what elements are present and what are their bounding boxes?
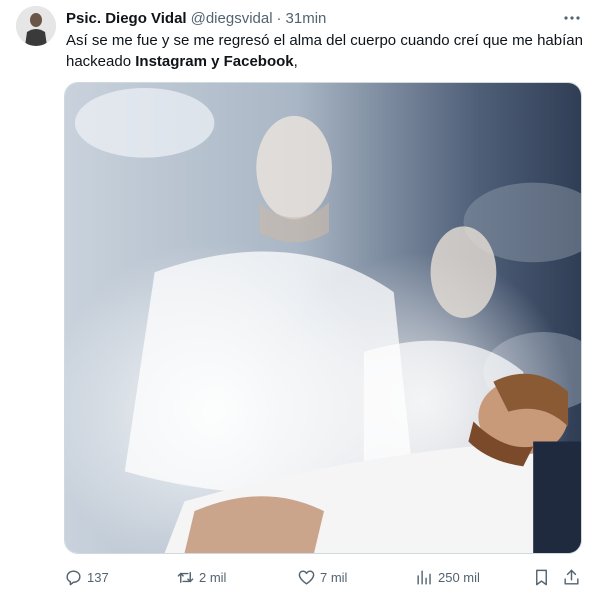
share-button[interactable]: [562, 565, 581, 589]
tweet[interactable]: Psic. Diego Vidal @diegsvidal · 31min As…: [0, 0, 615, 607]
reply-count: 137: [87, 569, 109, 585]
views-button[interactable]: 250 mil: [415, 565, 480, 589]
more-horizontal-icon: [564, 16, 580, 20]
separator-dot: ·: [276, 9, 282, 27]
tweet-text-bold: Instagram y Facebook: [135, 53, 294, 70]
views-count: 250 mil: [438, 569, 480, 585]
reply-button[interactable]: 137: [64, 565, 109, 589]
bookmark-icon: [536, 569, 547, 585]
retweet-button[interactable]: 2 mil: [176, 565, 226, 589]
retweet-count: 2 mil: [199, 569, 227, 585]
heart-icon: [298, 569, 315, 585]
views-chart-icon: [417, 569, 431, 585]
bookmark-button[interactable]: [532, 565, 551, 589]
user-handle[interactable]: @diegsvidal: [191, 10, 273, 27]
tweet-header: Psic. Diego Vidal @diegsvidal · 31min: [66, 9, 326, 27]
like-count: 7 mil: [320, 569, 348, 585]
tweet-actions: 137 2 mil 7 mil 250 mil: [64, 565, 584, 589]
tweet-text-part2: ,: [293, 53, 298, 70]
more-options-button[interactable]: [562, 8, 582, 28]
avatar[interactable]: [16, 6, 56, 46]
timestamp[interactable]: 31min: [286, 10, 327, 27]
display-name[interactable]: Psic. Diego Vidal: [66, 10, 187, 27]
tweet-text: Así se me fue y se me regresó el alma de…: [66, 30, 586, 72]
share-icon: [564, 569, 579, 585]
tweet-image[interactable]: [64, 82, 582, 554]
like-button[interactable]: 7 mil: [297, 565, 347, 589]
reply-icon: [66, 569, 81, 585]
retweet-icon: [177, 571, 194, 583]
